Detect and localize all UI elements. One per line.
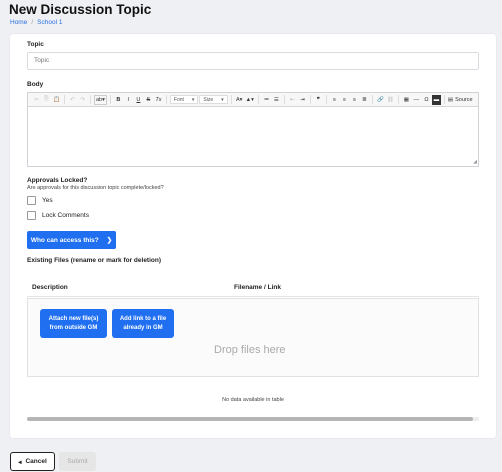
source-label: Source xyxy=(455,96,473,103)
file-dropzone[interactable]: Attach new file(s) from outside GM Add l… xyxy=(27,298,479,377)
table-icon[interactable]: ▦ xyxy=(402,95,411,105)
column-filename[interactable]: Filename / Link xyxy=(234,284,281,291)
indent-icon[interactable]: ⇥ xyxy=(298,95,307,105)
body-label: Body xyxy=(27,81,44,88)
chevron-down-icon: ▾ xyxy=(221,96,224,103)
copy-icon[interactable]: ⎘ xyxy=(42,95,51,105)
toolbar-divider xyxy=(230,95,232,104)
toolbar-divider xyxy=(64,95,65,104)
toolbar-divider xyxy=(90,95,91,104)
cancel-label: Cancel xyxy=(25,458,47,465)
existing-files-label: Existing Files (rename or mark for delet… xyxy=(27,257,162,264)
unlink-icon[interactable]: ⛓ xyxy=(386,95,395,105)
bulleted-list-icon[interactable]: ☰ xyxy=(272,95,281,105)
blockquote-icon[interactable]: ❞ xyxy=(314,95,323,105)
files-table-header: Description Filename / Link xyxy=(27,277,479,297)
topic-input[interactable]: Topic xyxy=(27,52,479,70)
cancel-button[interactable]: ◂ Cancel xyxy=(10,452,55,471)
underline-icon[interactable]: U xyxy=(134,95,143,105)
background-color-icon[interactable]: ▲▾ xyxy=(245,95,255,105)
toolbar-divider xyxy=(325,95,327,104)
editor-toolbar: ✂ ⎘ 📋 ↶ ↷ ab▾ B I U S Tx Font ▾ Size ▾ A▾ … xyxy=(28,93,478,107)
horizontal-scrollbar[interactable] xyxy=(27,417,479,421)
toolbar-divider xyxy=(257,95,259,104)
size-select[interactable]: Size ▾ xyxy=(199,95,228,104)
toolbar-divider xyxy=(371,95,373,104)
topic-label: Topic xyxy=(27,41,44,48)
yes-checkbox[interactable] xyxy=(27,196,36,205)
horizontal-line-icon[interactable]: ― xyxy=(412,95,421,105)
undo-icon[interactable]: ↶ xyxy=(68,95,77,105)
who-can-access-label: Who can access this? xyxy=(30,236,99,244)
toolbar-divider xyxy=(443,95,445,104)
align-right-icon[interactable]: ≡ xyxy=(350,95,359,105)
lock-comments-label: Lock Comments xyxy=(42,212,89,219)
strikethrough-icon[interactable]: S xyxy=(144,95,153,105)
column-description[interactable]: Description xyxy=(32,284,68,291)
add-link-button[interactable]: Add link to a file already in GM xyxy=(112,309,174,338)
embed-icon[interactable]: ▬ xyxy=(431,94,441,105)
align-center-icon[interactable]: ≡ xyxy=(340,95,349,105)
attach-files-button[interactable]: Attach new file(s) from outside GM xyxy=(40,309,107,338)
drop-files-text: Drop files here xyxy=(214,344,286,356)
yes-checkbox-label: Yes xyxy=(42,197,53,204)
size-select-label: Size xyxy=(203,96,214,103)
breadcrumb-separator: / xyxy=(31,19,34,26)
lock-comments-option[interactable]: Lock Comments xyxy=(27,211,89,220)
approvals-question: Are approvals for this discussion topic … xyxy=(27,185,164,191)
italic-icon[interactable]: I xyxy=(124,95,133,105)
paste-icon[interactable]: 📋 xyxy=(52,95,61,105)
toolbar-divider xyxy=(283,95,285,104)
remove-format-icon[interactable]: Tx xyxy=(154,95,163,105)
body-editor[interactable]: ✂ ⎘ 📋 ↶ ↷ ab▾ B I U S Tx Font ▾ Size ▾ A▾ … xyxy=(27,92,479,167)
toolbar-divider xyxy=(397,95,399,104)
submit-button[interactable]: Submit xyxy=(59,452,96,471)
approvals-label: Approvals Locked? xyxy=(27,177,88,184)
lock-comments-checkbox[interactable] xyxy=(27,211,36,220)
special-character-icon[interactable]: Ω xyxy=(422,95,431,105)
no-data-message: No data available in table xyxy=(222,397,284,403)
spellcheck-icon[interactable]: ab▾ xyxy=(94,94,107,105)
bold-icon[interactable]: B xyxy=(114,95,123,105)
text-color-icon[interactable]: A▾ xyxy=(235,95,244,105)
redo-icon[interactable]: ↷ xyxy=(78,95,87,105)
chevron-down-icon: ▾ xyxy=(191,96,195,103)
breadcrumb: Home / School 1 xyxy=(10,19,62,26)
source-button[interactable]: ▤ Source xyxy=(448,97,473,103)
numbered-list-icon[interactable]: ≔ xyxy=(262,95,271,105)
link-icon[interactable]: 🔗 xyxy=(376,95,385,105)
toolbar-divider xyxy=(309,95,311,104)
page-title: New Discussion Topic xyxy=(9,2,152,17)
font-select[interactable]: Font ▾ xyxy=(169,95,199,104)
breadcrumb-home[interactable]: Home xyxy=(10,19,27,26)
toolbar-divider xyxy=(109,95,111,104)
scrollbar-thumb[interactable] xyxy=(27,417,473,421)
arrow-left-icon: ◂ xyxy=(18,458,22,466)
breadcrumb-school[interactable]: School 1 xyxy=(37,19,62,26)
who-can-access-button[interactable]: Who can access this? ❯ xyxy=(27,231,116,249)
form-card: Topic Topic Body ✂ ⎘ 📋 ↶ ↷ ab▾ B I U S T… xyxy=(10,34,496,438)
outdent-icon[interactable]: ⇤ xyxy=(288,95,297,105)
align-left-icon[interactable]: ≡ xyxy=(330,95,339,105)
cut-icon[interactable]: ✂ xyxy=(32,95,41,105)
font-select-label: Font xyxy=(173,96,184,103)
align-justify-icon[interactable]: ≣ xyxy=(360,95,369,105)
chevron-right-icon: ❯ xyxy=(106,237,113,244)
toolbar-divider xyxy=(165,95,167,104)
yes-option[interactable]: Yes xyxy=(27,196,53,205)
source-icon: ▤ xyxy=(447,96,454,103)
resize-handle-icon[interactable]: ◢ xyxy=(473,159,477,165)
